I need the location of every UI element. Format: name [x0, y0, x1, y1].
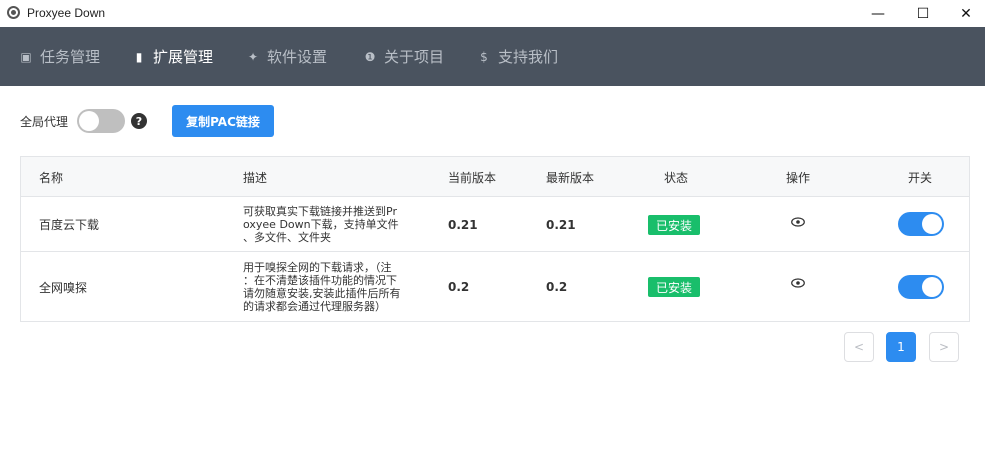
window-title: Proxyee Down	[27, 6, 106, 20]
nav-item-extensions[interactable]: ▮ 扩展管理	[133, 27, 213, 86]
extensions-table: 名称 描述 当前版本 最新版本 状态 操作 开关 百度云下载 可获取真实下载链接…	[20, 156, 970, 322]
status-badge: 已安装	[648, 215, 700, 235]
toggle-knob	[922, 214, 942, 234]
minimize-button[interactable]: —	[855, 0, 901, 27]
latest-version: 0.2	[546, 280, 568, 294]
status-badge: 已安装	[648, 277, 700, 297]
view-eye-icon[interactable]	[791, 278, 805, 288]
task-icon: ▣	[20, 49, 32, 64]
extension-enable-toggle[interactable]	[898, 275, 944, 299]
top-nav: ▣ 任务管理 ▮ 扩展管理 ✦ 软件设置 ❶ 关于项目 $ 支持我们	[0, 27, 985, 86]
global-proxy-label: 全局代理	[20, 115, 69, 129]
nav-item-about[interactable]: ❶ 关于项目	[364, 27, 444, 86]
nav-item-label: 关于项目	[384, 48, 445, 66]
description-line: 、多文件、文件夹	[243, 231, 331, 244]
description-line: 可获取真实下载链接并推送到Pr	[243, 205, 397, 218]
nav-item-label: 软件设置	[267, 48, 328, 66]
extension-description: 用于嗅探全网的下载请求，（注 ：在不清楚该插件功能的情况下 请勿随意安装,安装此…	[243, 252, 415, 322]
wrench-icon: ✦	[247, 49, 259, 64]
help-icon[interactable]: ?	[131, 113, 147, 129]
current-version: 0.21	[448, 217, 478, 232]
nav-item-label: 扩展管理	[153, 48, 214, 66]
column-header-name: 名称	[39, 170, 64, 185]
close-button[interactable]: ✕	[943, 0, 985, 27]
nav-item-tasks[interactable]: ▣ 任务管理	[20, 27, 100, 86]
extension-icon: ▮	[135, 49, 143, 64]
copy-pac-link-button[interactable]: 复制PAC链接	[172, 105, 274, 137]
extension-description: 可获取真实下载链接并推送到Pr oxyee Down下载，支持单文件 、多文件、…	[243, 198, 415, 251]
view-eye-icon[interactable]	[791, 217, 805, 227]
nav-item-label: 支持我们	[498, 48, 559, 66]
column-header-current-version: 当前版本	[448, 170, 497, 185]
column-header-status: 状态	[664, 170, 689, 185]
pagination-prev-button[interactable]: <	[844, 332, 874, 362]
column-header-actions: 操作	[786, 170, 811, 185]
app-logo-icon	[7, 6, 20, 19]
pagination-next-button[interactable]: >	[929, 332, 959, 362]
pagination-page-1[interactable]: 1	[886, 332, 916, 362]
description-line: 请勿随意安装,安装此插件后所有	[243, 287, 401, 300]
nav-item-label: 任务管理	[40, 48, 101, 66]
extension-enable-toggle[interactable]	[898, 212, 944, 236]
table-row: 百度云下载 可获取真实下载链接并推送到Pr oxyee Down下载，支持单文件…	[21, 198, 969, 252]
extension-name: 全网嗅探	[39, 280, 88, 295]
column-header-latest-version: 最新版本	[546, 170, 595, 185]
nav-item-support[interactable]: $ 支持我们	[478, 27, 558, 86]
nav-item-settings[interactable]: ✦ 软件设置	[247, 27, 327, 86]
dollar-icon: $	[480, 49, 488, 64]
maximize-button[interactable]: ☐	[900, 0, 946, 27]
table-header: 名称 描述 当前版本 最新版本 状态 操作 开关	[21, 157, 969, 197]
toggle-knob	[79, 111, 99, 131]
description-line: ：在不清楚该插件功能的情况下	[243, 274, 397, 287]
table-row: 全网嗅探 用于嗅探全网的下载请求，（注 ：在不清楚该插件功能的情况下 请勿随意安…	[21, 252, 969, 322]
description-line: 的请求都会通过代理服务器）	[243, 300, 386, 313]
title-bar: Proxyee Down — ☐ ✕	[0, 0, 985, 27]
description-line: oxyee Down下载，支持单文件	[243, 218, 399, 231]
current-version: 0.2	[448, 280, 470, 294]
toggle-knob	[922, 277, 942, 297]
column-header-description: 描述	[243, 170, 268, 185]
global-proxy-toggle[interactable]	[77, 109, 125, 133]
description-line: 用于嗅探全网的下载请求，（注	[243, 261, 392, 274]
latest-version: 0.21	[546, 217, 576, 232]
column-header-switch: 开关	[908, 170, 933, 185]
info-icon: ❶	[364, 49, 376, 64]
extension-name: 百度云下载	[39, 218, 100, 232]
